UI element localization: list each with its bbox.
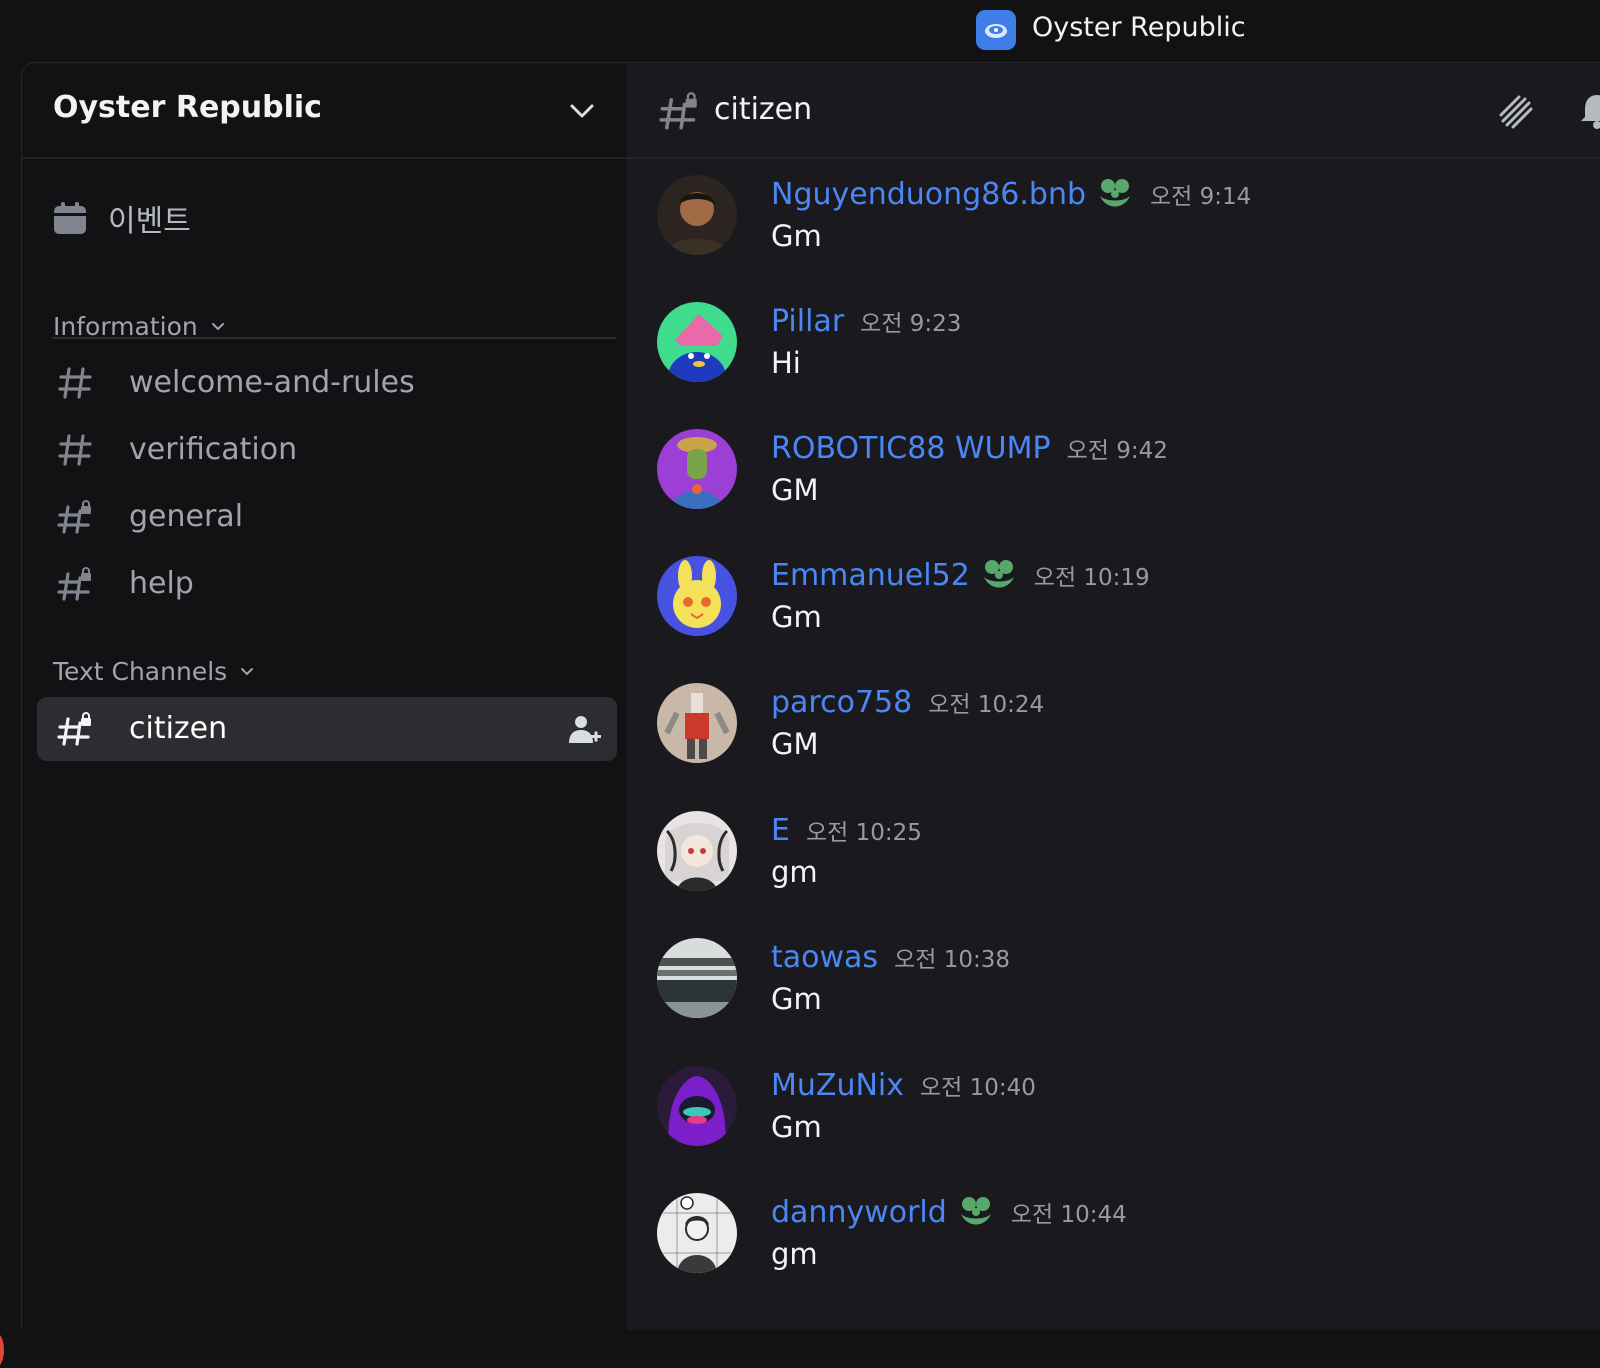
- channel-label: verification: [129, 432, 298, 467]
- timestamp: 오전 10:38: [894, 947, 1010, 973]
- message-meta: E 오전 10:25: [771, 811, 922, 849]
- server-name: Oyster Republic: [53, 90, 322, 125]
- channel-label: help: [129, 566, 194, 601]
- avatar[interactable]: [657, 556, 737, 636]
- avatar[interactable]: [657, 811, 737, 891]
- message-text: Gm: [771, 1110, 822, 1144]
- username[interactable]: MuZuNix: [771, 1068, 904, 1103]
- timestamp: 오전 9:23: [860, 311, 962, 337]
- message-meta: dannyworld 오전 10:44: [771, 1193, 1127, 1231]
- calendar-icon: [52, 200, 88, 236]
- avatar[interactable]: [657, 175, 737, 255]
- events-item[interactable]: 이벤트: [52, 188, 612, 248]
- chevron-down-icon: [239, 663, 255, 679]
- channel-title: citizen: [714, 92, 813, 127]
- hash-lock-icon: [57, 566, 93, 602]
- avatar[interactable]: [657, 1066, 737, 1146]
- hash-icon: [57, 365, 93, 401]
- message-text: gm: [771, 1237, 818, 1271]
- username[interactable]: parco758: [771, 685, 912, 720]
- message-meta: MuZuNix 오전 10:40: [771, 1066, 1036, 1104]
- message-item[interactable]: ROBOTIC88 WUMP 오전 9:42 GM: [657, 429, 1557, 539]
- chevron-down-icon: [210, 318, 226, 334]
- message-meta: ROBOTIC88 WUMP 오전 9:42: [771, 429, 1168, 467]
- hash-lock-icon: [659, 91, 699, 131]
- clover-badge-icon[interactable]: [1096, 176, 1134, 212]
- message-meta: taowas 오전 10:38: [771, 938, 1010, 976]
- channel-label: citizen: [129, 711, 228, 746]
- timestamp: 오전 10:24: [928, 692, 1045, 718]
- message-item[interactable]: dannyworld 오전 10:44 gm: [657, 1193, 1557, 1303]
- threads-icon[interactable]: [1495, 91, 1535, 131]
- channel-verification[interactable]: verification: [37, 418, 617, 482]
- avatar[interactable]: [657, 302, 737, 382]
- timestamp: 오전 9:14: [1150, 184, 1252, 210]
- message-item[interactable]: parco758 오전 10:24 GM: [657, 683, 1557, 793]
- username[interactable]: taowas: [771, 940, 878, 975]
- category-information[interactable]: Information: [53, 308, 226, 344]
- username[interactable]: ROBOTIC88 WUMP: [771, 431, 1051, 466]
- avatar[interactable]: [657, 938, 737, 1018]
- chat-header: citizen: [627, 63, 1600, 159]
- add-user-icon[interactable]: [567, 713, 601, 747]
- username[interactable]: Nguyenduong86.bnb: [771, 177, 1086, 212]
- message-text: Gm: [771, 600, 822, 634]
- clover-badge-icon[interactable]: [957, 1194, 995, 1230]
- message-item[interactable]: Nguyenduong86.bnb 오전 9:14 Gm: [657, 175, 1557, 285]
- message-meta: parco758 오전 10:24: [771, 683, 1044, 721]
- hash-icon: [57, 432, 93, 468]
- channel-welcome-and-rules[interactable]: welcome-and-rules: [37, 351, 617, 415]
- timestamp: 오전 10:19: [1033, 565, 1150, 591]
- username[interactable]: dannyworld: [771, 1195, 947, 1230]
- hash-lock-icon: [57, 711, 93, 747]
- clover-badge-icon[interactable]: [980, 557, 1018, 593]
- bell-icon[interactable]: [1577, 91, 1600, 131]
- channel-label: general: [129, 499, 244, 534]
- message-text: Gm: [771, 219, 822, 253]
- avatar[interactable]: [657, 1193, 737, 1273]
- hash-lock-icon: [57, 499, 93, 535]
- avatar[interactable]: [657, 429, 737, 509]
- server-header[interactable]: Oyster Republic: [22, 63, 627, 159]
- message-text: GM: [771, 473, 819, 507]
- category-text-channels[interactable]: Text Channels: [53, 653, 255, 689]
- channel-sidebar: Oyster Republic 이벤트 Information welcome-…: [21, 62, 627, 1330]
- channel-general[interactable]: general: [37, 485, 617, 549]
- message-text: GM: [771, 727, 819, 761]
- message-item[interactable]: Emmanuel52 오전 10:19 Gm: [657, 556, 1557, 666]
- oyster-app-icon: [976, 10, 1016, 50]
- timestamp: 오전 10:25: [805, 820, 922, 846]
- username[interactable]: Pillar: [771, 304, 844, 339]
- timestamp: 오전 10:40: [920, 1075, 1036, 1101]
- message-meta: Nguyenduong86.bnb 오전 9:14: [771, 175, 1251, 213]
- message-item[interactable]: taowas 오전 10:38 Gm: [657, 938, 1557, 1048]
- message-item[interactable]: Pillar 오전 9:23 Hi: [657, 302, 1557, 412]
- window-title: Oyster Republic: [1032, 12, 1246, 43]
- server-rail-edge: [0, 62, 21, 1368]
- username[interactable]: E: [771, 813, 790, 848]
- channel-citizen[interactable]: citizen: [37, 697, 617, 761]
- notification-dot[interactable]: [0, 1332, 4, 1368]
- message-item[interactable]: E 오전 10:25 gm: [657, 811, 1557, 921]
- window-title-bar: Oyster Republic: [0, 0, 1600, 62]
- channel-help[interactable]: help: [37, 552, 617, 616]
- message-text: gm: [771, 855, 818, 889]
- message-text: Gm: [771, 982, 822, 1016]
- events-label: 이벤트: [108, 204, 191, 239]
- timestamp: 오전 9:42: [1066, 438, 1168, 464]
- username[interactable]: Emmanuel52: [771, 558, 970, 593]
- chat-area: citizen Nguyenduong86.bnb 오전 9:14 Gm Pil…: [627, 62, 1600, 1330]
- channel-label: welcome-and-rules: [129, 365, 415, 400]
- avatar[interactable]: [657, 683, 737, 763]
- timestamp: 오전 10:44: [1010, 1202, 1127, 1228]
- message-meta: Emmanuel52 오전 10:19: [771, 556, 1150, 594]
- message-meta: Pillar 오전 9:23: [771, 302, 961, 340]
- category-label: Text Channels: [53, 656, 228, 686]
- category-label: Information: [53, 311, 198, 341]
- message-item[interactable]: MuZuNix 오전 10:40 Gm: [657, 1066, 1557, 1176]
- message-text: Hi: [771, 346, 801, 380]
- chevron-down-icon[interactable]: [562, 91, 602, 131]
